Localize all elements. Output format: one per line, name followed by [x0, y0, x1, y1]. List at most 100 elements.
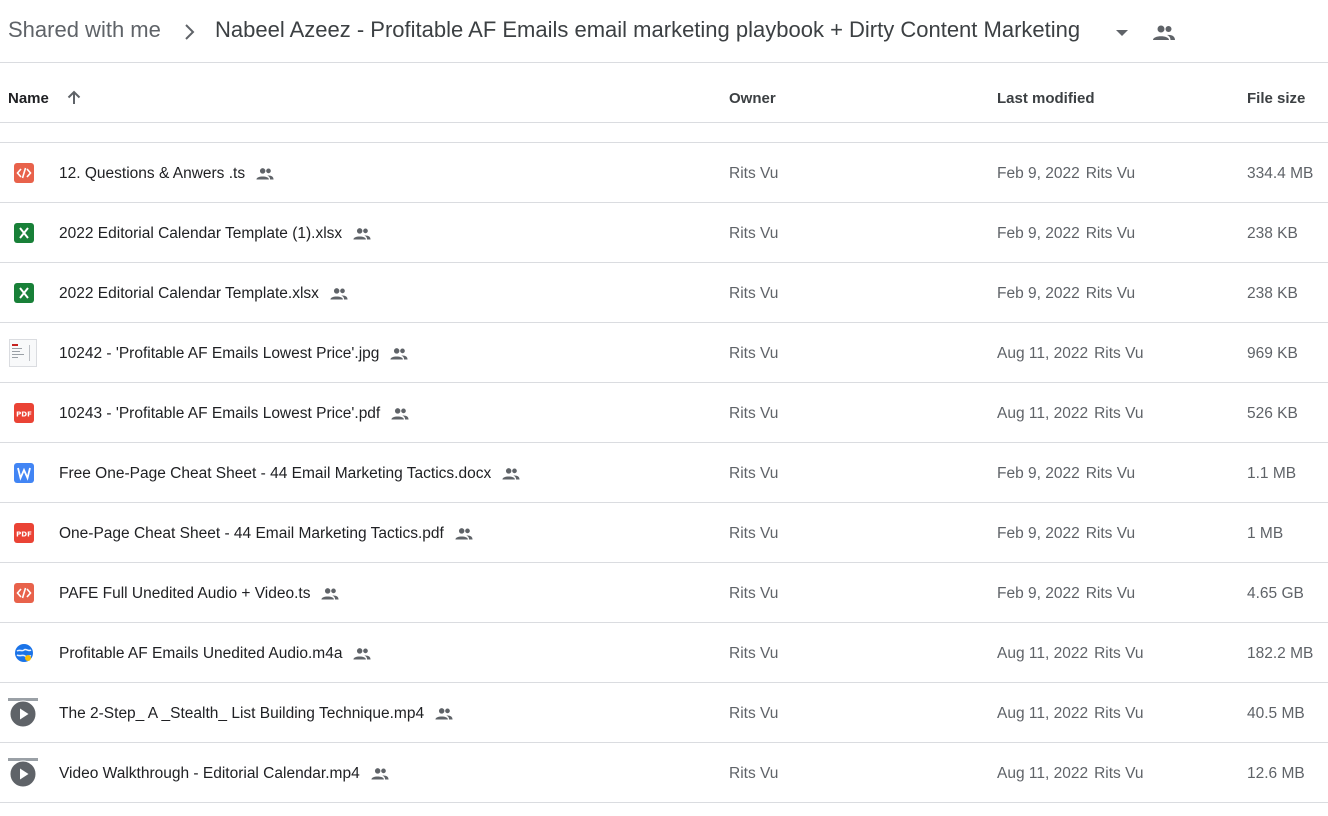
column-header-last-modified[interactable]: Last modified	[997, 90, 1095, 107]
file-last-modified: Aug 11, 2022Rits Vu	[997, 345, 1144, 362]
file-last-modified: Feb 9, 2022 Rits Vu	[997, 165, 1136, 182]
file-size: 238 KB	[1247, 285, 1298, 302]
column-header-row: Name Owner Last modified File size	[0, 64, 1328, 123]
modified-by: Rits Vu	[1094, 405, 1144, 422]
file-last-modified: Feb 9, 2022 Rits Vu	[997, 465, 1136, 482]
modified-by: Rits Vu	[1085, 525, 1136, 542]
video-play-icon	[8, 698, 38, 728]
file-owner: Rits Vu	[729, 525, 779, 542]
modified-by: Rits Vu	[1094, 645, 1144, 662]
shared-people-icon	[370, 767, 390, 781]
file-owner: Rits Vu	[729, 345, 779, 362]
file-row[interactable]: PDF One-Page Cheat Sheet - 44 Email Marke…	[0, 503, 1328, 563]
file-row[interactable]: PDF 10243 - 'Profitable AF Emails Lowest …	[0, 383, 1328, 443]
file-row[interactable]: The 2-Step_ A _Stealth_ List Building Te…	[0, 683, 1328, 743]
file-last-modified: Aug 11, 2022Rits Vu	[997, 765, 1144, 782]
file-row[interactable]: 2022 Editorial Calendar Template.xlsx Rit…	[0, 263, 1328, 323]
file-size: 238 KB	[1247, 225, 1298, 242]
shared-people-icon	[352, 647, 372, 661]
shared-people-icon	[434, 707, 454, 721]
svg-text:PDF: PDF	[16, 411, 32, 419]
modified-by: Rits Vu	[1094, 345, 1144, 362]
sort-arrow-up-icon[interactable]	[64, 88, 84, 108]
file-name[interactable]: Profitable AF Emails Unedited Audio.m4a	[59, 645, 372, 663]
file-size: 182.2 MB	[1247, 645, 1314, 662]
file-row[interactable]: Free One-Page Cheat Sheet - 44 Email Mar…	[0, 443, 1328, 503]
file-last-modified: Aug 11, 2022Rits Vu	[997, 705, 1144, 722]
code-file-icon	[14, 163, 34, 183]
modified-by: Rits Vu	[1085, 585, 1136, 602]
image-thumbnail-icon	[9, 339, 37, 367]
shared-people-icon	[389, 347, 409, 361]
breadcrumb: Shared with me Nabeel Azeez - Profitable…	[0, 0, 1328, 63]
file-row[interactable]: Video Walkthrough - Editorial Calendar.m…	[0, 743, 1328, 803]
modified-by: Rits Vu	[1094, 705, 1144, 722]
shared-people-icon	[454, 527, 474, 541]
file-size: 12.6 MB	[1247, 765, 1305, 782]
file-row[interactable]: 2022 Editorial Calendar Template (1).xls…	[0, 203, 1328, 263]
svg-text:PDF: PDF	[16, 531, 32, 539]
file-last-modified: Feb 9, 2022 Rits Vu	[997, 525, 1136, 542]
file-row[interactable]: Profitable AF Emails Unedited Audio.m4a R…	[0, 623, 1328, 683]
file-name[interactable]: PAFE Full Unedited Audio + Video.ts	[59, 585, 340, 603]
file-last-modified: Feb 9, 2022 Rits Vu	[997, 585, 1136, 602]
file-owner: Rits Vu	[729, 765, 779, 782]
file-owner: Rits Vu	[729, 705, 779, 722]
chevron-right-icon	[185, 24, 195, 40]
file-owner: Rits Vu	[729, 465, 779, 482]
breadcrumb-shared-with-me[interactable]: Shared with me	[8, 17, 161, 43]
shared-people-icon	[320, 587, 340, 601]
file-name[interactable]: 2022 Editorial Calendar Template.xlsx	[59, 285, 349, 303]
file-name[interactable]: 10242 - 'Profitable AF Emails Lowest Pri…	[59, 345, 409, 363]
file-last-modified: Feb 9, 2022 Rits Vu	[997, 225, 1136, 242]
file-list: 11. Q&A.mp3Rits VuAug 11, 2022Rits Vu8 M…	[0, 103, 1328, 816]
sheets-icon	[14, 223, 34, 243]
file-row[interactable]: 10242 - 'Profitable AF Emails Lowest Pri…	[0, 323, 1328, 383]
modified-by: Rits Vu	[1085, 165, 1136, 182]
file-name[interactable]: Free One-Page Cheat Sheet - 44 Email Mar…	[59, 465, 521, 483]
file-size: 40.5 MB	[1247, 705, 1305, 722]
file-size: 1.1 MB	[1247, 465, 1297, 482]
breadcrumb-current-folder[interactable]: Nabeel Azeez - Profitable AF Emails emai…	[215, 17, 1080, 43]
pdf-icon: PDF	[14, 523, 34, 543]
file-size: 4.65 GB	[1247, 585, 1304, 602]
video-play-icon	[8, 758, 38, 788]
file-owner: Rits Vu	[729, 285, 779, 302]
pdf-icon: PDF	[14, 403, 34, 423]
file-size: 969 KB	[1247, 345, 1298, 362]
file-last-modified: Aug 11, 2022Rits Vu	[997, 645, 1144, 662]
globe-media-icon	[14, 643, 34, 663]
code-file-icon	[14, 583, 34, 603]
file-size: 526 KB	[1247, 405, 1298, 422]
file-last-modified: Feb 9, 2022 Rits Vu	[997, 285, 1136, 302]
file-name[interactable]: 2022 Editorial Calendar Template (1).xls…	[59, 225, 372, 243]
file-row[interactable]: PAFE Full Unedited Audio + Video.ts Rits …	[0, 563, 1328, 623]
file-size: 1 MB	[1247, 525, 1284, 542]
file-name[interactable]: The 2-Step_ A _Stealth_ List Building Te…	[59, 705, 454, 723]
file-owner: Rits Vu	[729, 585, 779, 602]
column-header-name[interactable]: Name	[8, 90, 49, 107]
file-row[interactable]: 12. Questions & Anwers .ts Rits Vu Feb 9, …	[0, 143, 1328, 203]
sheets-icon	[14, 283, 34, 303]
shared-people-icon	[390, 407, 410, 421]
modified-by: Rits Vu	[1085, 225, 1136, 242]
file-size: 334.4 MB	[1247, 165, 1314, 182]
file-name[interactable]: Video Walkthrough - Editorial Calendar.m…	[59, 765, 390, 783]
shared-people-icon	[1153, 25, 1175, 40]
shared-people-icon	[329, 287, 349, 301]
modified-by: Rits Vu	[1085, 465, 1136, 482]
docs-icon	[14, 463, 34, 483]
shared-people-icon	[255, 167, 275, 181]
column-header-owner: Owner	[729, 90, 776, 107]
file-owner: Rits Vu	[729, 645, 779, 662]
file-name[interactable]: 12. Questions & Anwers .ts	[59, 165, 275, 183]
modified-by: Rits Vu	[1094, 765, 1144, 782]
file-name[interactable]: 10243 - 'Profitable AF Emails Lowest Pri…	[59, 405, 410, 423]
file-owner: Rits Vu	[729, 165, 779, 182]
column-header-file-size[interactable]: File size	[1247, 90, 1305, 107]
file-owner: Rits Vu	[729, 405, 779, 422]
file-name[interactable]: One-Page Cheat Sheet - 44 Email Marketin…	[59, 525, 474, 543]
file-owner: Rits Vu	[729, 225, 779, 242]
shared-people-icon	[501, 467, 521, 481]
caret-down-icon[interactable]	[1114, 28, 1130, 38]
